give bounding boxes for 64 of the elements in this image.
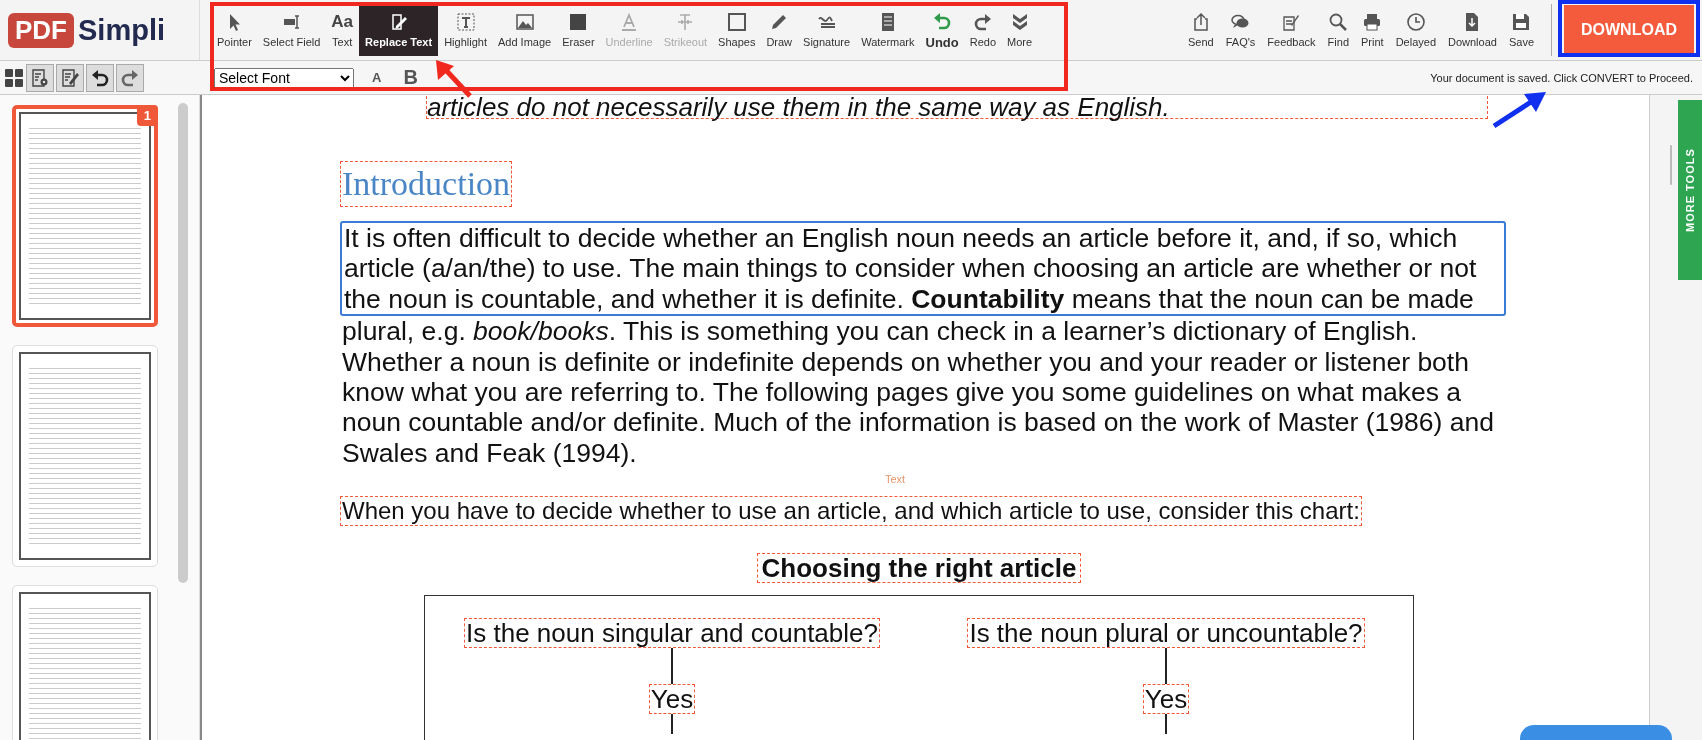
flowchart-question[interactable]: Is the noun singular and countable? [464, 618, 880, 649]
flowchart-answer[interactable]: Yes [1142, 684, 1190, 715]
toolbar-button[interactable]: Feedback [1262, 12, 1321, 48]
toolbar-button[interactable]: Delayed [1390, 12, 1441, 48]
text-box-icon [455, 12, 476, 32]
toolbar-button[interactable]: Save [1503, 12, 1539, 48]
text-block[interactable]: Whether a noun is definite or indefinite depends on whether you and your reader or listener both know what you are referring to. The following pages give you some guidelines on what makes a noun countable and/or definite. Much of the information is based on the work of Master (1986) and Swales and Feak (1994). [340, 346, 1506, 469]
square-icon [726, 12, 747, 32]
toolbar-button[interactable]: Signature [798, 0, 856, 60]
clock-icon [1405, 12, 1426, 32]
note-pencil-icon [60, 67, 80, 88]
toolbar-button[interactable]: Send [1183, 12, 1219, 48]
eraser-icon [568, 12, 589, 32]
redo-icon [120, 67, 140, 88]
toolbar-button[interactable]: Eraser [557, 0, 600, 60]
picture-icon [514, 12, 535, 32]
toolbar-button[interactable]: Add Image [492, 0, 557, 60]
undo-icon [932, 10, 953, 31]
flowchart-question[interactable]: Is the noun plural or uncountable? [967, 618, 1365, 649]
text-block[interactable]: articles do not necessarily use them in the same way as English. [426, 96, 1488, 119]
printer-icon [1362, 12, 1383, 32]
redo-button[interactable] [116, 63, 144, 92]
toolbar-button[interactable]: Undo [920, 0, 964, 60]
redo-icon [972, 12, 993, 32]
toolbar-button[interactable]: Redo [964, 0, 1002, 60]
chat-widget[interactable] [1520, 725, 1672, 740]
toolbar-button[interactable]: Pointer [212, 0, 257, 60]
format-button[interactable]: B [399, 66, 422, 89]
toolbar-button[interactable]: Select Field [257, 0, 326, 60]
toolbar-button[interactable]: Replace Text [359, 4, 439, 56]
text-block[interactable]: plural, e.g. book/books. This is something you can check in a learner’s dictionary of English. [340, 316, 1506, 347]
toolbar-button[interactable]: FAQ's [1220, 12, 1261, 48]
undo-button[interactable] [86, 63, 114, 92]
logo-badge: PDF [8, 12, 74, 48]
toolbar-button[interactable]: Aa Text [326, 0, 359, 60]
edit-page-button[interactable] [56, 63, 84, 92]
toolbar-button[interactable]: Shapes [713, 0, 761, 60]
note-pencil-icon [1281, 12, 1302, 32]
toolbar-button[interactable]: More [1002, 0, 1038, 60]
flowchart-answer[interactable]: Yes [648, 684, 696, 715]
toolbar-button[interactable]: Download [1443, 12, 1502, 48]
page-thumbnail[interactable] [12, 345, 158, 567]
chart-title[interactable]: Choosing the right article [756, 553, 1082, 584]
toolbar-button[interactable]: Print [1356, 12, 1389, 48]
hover-label: Text [885, 473, 906, 485]
page-settings-button[interactable] [26, 63, 54, 92]
format-button[interactable]: A [368, 70, 386, 85]
logo-wordmark: Simpli [78, 13, 165, 47]
toolbar-button[interactable]: Draw [761, 0, 798, 60]
section-heading[interactable]: Introduction [340, 161, 513, 207]
select-field-icon [281, 12, 302, 32]
text-block[interactable]: When you have to decide whether to use an article, and which article to use, consider this chart: [340, 496, 1362, 527]
status-message: Your document is saved. Click CONVERT to Proceed. [1430, 71, 1693, 84]
search-icon [1328, 12, 1349, 32]
toolbar-button[interactable]: Watermark [856, 0, 920, 60]
undo-icon [90, 67, 110, 88]
scrollbar-thumb[interactable] [178, 103, 188, 583]
scrollbar-thumb[interactable] [1670, 145, 1672, 185]
font-select[interactable]: Select Font [214, 67, 354, 88]
toolbar-button[interactable]: Find [1322, 12, 1354, 48]
toolbar-button[interactable]: Highlight [439, 0, 492, 60]
page-gear-icon [30, 67, 50, 88]
page-number-badge: 1 [136, 105, 158, 126]
grid-icon[interactable] [4, 67, 24, 88]
